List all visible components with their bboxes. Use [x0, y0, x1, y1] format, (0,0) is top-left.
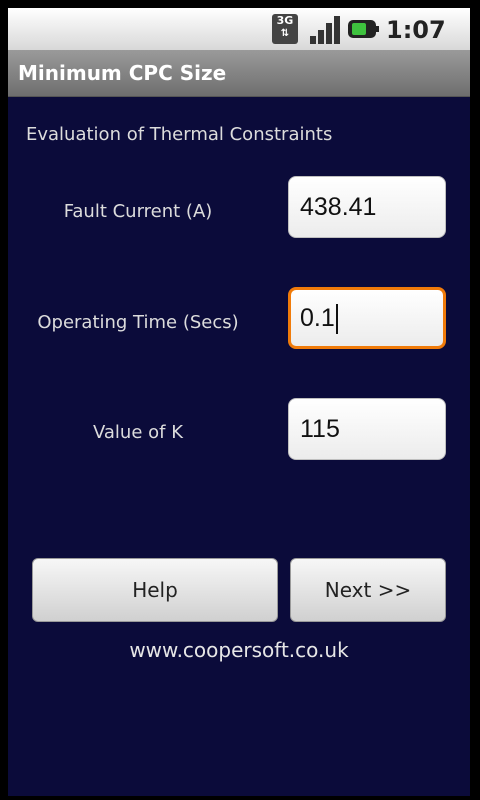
operating-time-field[interactable]: 0.1 — [288, 287, 446, 349]
website-link[interactable]: www.coopersoft.co.uk — [8, 638, 470, 662]
fault-current-label: Fault Current (A) — [63, 201, 213, 222]
network-type-label: 3G — [276, 14, 294, 27]
section-heading: Evaluation of Thermal Constraints — [26, 124, 333, 145]
k-value-field[interactable]: 115 — [288, 398, 446, 460]
data-arrows-icon: ⇅ — [280, 28, 290, 39]
app-screen: 3G ⇅ 1:07 PM Minimum CPC Size Evaluation… — [8, 8, 470, 796]
status-bar: 3G ⇅ 1:07 PM — [8, 8, 470, 70]
battery-icon — [348, 20, 379, 38]
fault-current-field[interactable]: 438.41 — [288, 176, 446, 238]
signal-strength-icon — [310, 16, 340, 44]
clock-time: 1:07 — [386, 16, 446, 44]
operating-time-value: 0.1 — [300, 304, 335, 332]
title-bar: Minimum CPC Size — [8, 50, 470, 97]
network-3g-icon: 3G ⇅ — [272, 14, 298, 44]
k-value-label: Value of K — [92, 422, 184, 443]
page-title: Minimum CPC Size — [18, 61, 227, 85]
k-value-value: 115 — [300, 415, 340, 443]
operating-time-label: Operating Time (Secs) — [37, 312, 239, 333]
next-button[interactable]: Next >> — [290, 558, 446, 622]
help-button[interactable]: Help — [32, 558, 278, 622]
text-caret — [335, 304, 338, 335]
fault-current-value: 438.41 — [300, 193, 377, 221]
